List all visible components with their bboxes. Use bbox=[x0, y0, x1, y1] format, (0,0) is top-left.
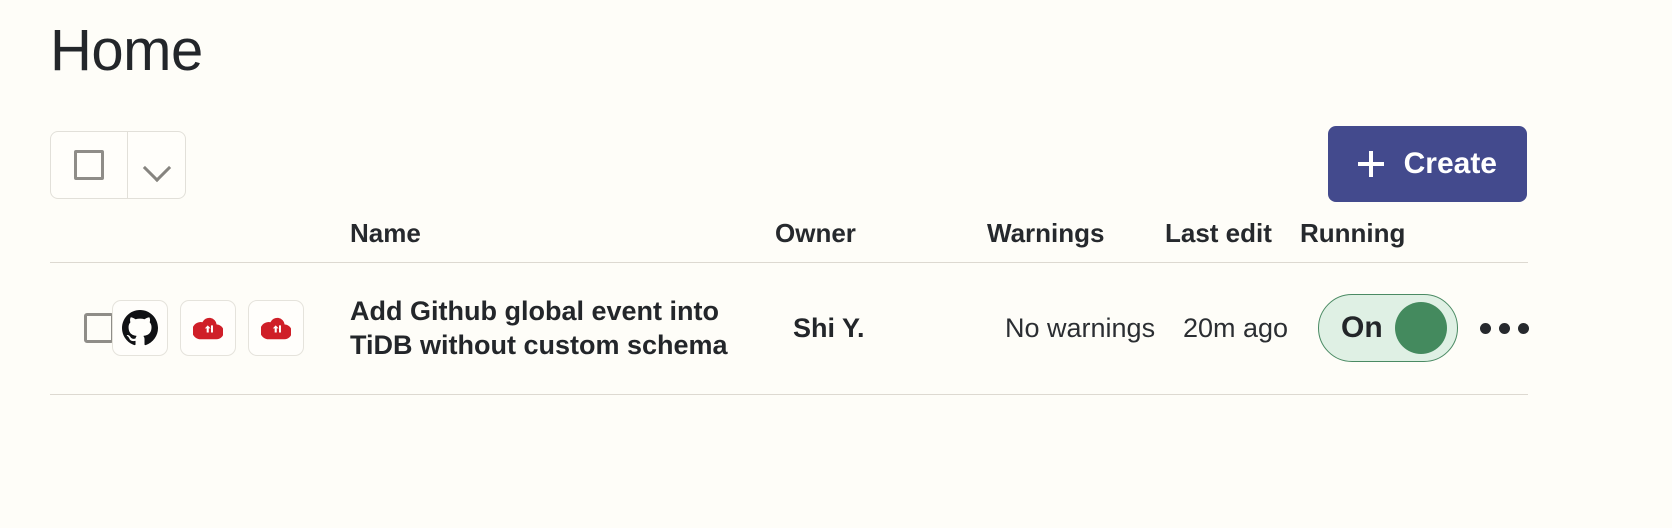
home-page: Home Create Name Owner Warnings Last edi… bbox=[0, 0, 1672, 528]
kebab-dot bbox=[1480, 322, 1491, 334]
kebab-dot bbox=[1499, 322, 1510, 334]
github-icon bbox=[122, 310, 158, 346]
view-square-button[interactable] bbox=[51, 132, 127, 198]
row-running-cell: On bbox=[1318, 294, 1468, 363]
row-owner: Shi Y. bbox=[793, 312, 865, 343]
row-actions-cell bbox=[1468, 322, 1546, 334]
create-button-label: Create bbox=[1403, 147, 1497, 180]
plus-icon bbox=[1357, 151, 1384, 177]
running-toggle[interactable]: On bbox=[1318, 294, 1458, 363]
row-icons-cell bbox=[100, 300, 350, 357]
toggle-knob bbox=[1394, 302, 1447, 355]
row-warnings: No warnings bbox=[1005, 312, 1156, 343]
table-header-row: Name Owner Warnings Last edit Running bbox=[50, 218, 1528, 263]
header-last-edit[interactable]: Last edit bbox=[1165, 218, 1300, 250]
row-last-edit: 20m ago bbox=[1183, 312, 1289, 343]
chevron-down-icon bbox=[144, 158, 170, 173]
page-title: Home bbox=[50, 18, 203, 83]
header-running[interactable]: Running bbox=[1300, 218, 1450, 250]
view-dropdown-button[interactable] bbox=[127, 132, 185, 198]
header-warnings[interactable]: Warnings bbox=[987, 218, 1165, 250]
running-toggle-label: On bbox=[1341, 311, 1383, 345]
kebab-menu-icon[interactable] bbox=[1468, 322, 1546, 334]
tidb-cloud-icon-chip-1[interactable] bbox=[180, 300, 236, 357]
row-select-cell bbox=[50, 313, 114, 344]
projects-table: Name Owner Warnings Last edit Running Ad… bbox=[50, 218, 1529, 395]
header-name[interactable]: Name bbox=[350, 218, 775, 250]
tidb-cloud-icon bbox=[261, 318, 291, 340]
create-button[interactable]: Create bbox=[1327, 126, 1527, 202]
view-selector bbox=[50, 131, 186, 199]
tidb-cloud-icon bbox=[193, 318, 223, 340]
row-name[interactable]: Add Github global event into TiDB withou… bbox=[350, 294, 793, 362]
table-row: Add Github global event into TiDB withou… bbox=[50, 263, 1529, 395]
header-owner[interactable]: Owner bbox=[775, 218, 987, 250]
kebab-dot bbox=[1518, 322, 1529, 334]
square-icon bbox=[74, 150, 104, 180]
tidb-cloud-icon-chip-2[interactable] bbox=[248, 300, 304, 357]
github-icon-chip[interactable] bbox=[112, 300, 168, 357]
